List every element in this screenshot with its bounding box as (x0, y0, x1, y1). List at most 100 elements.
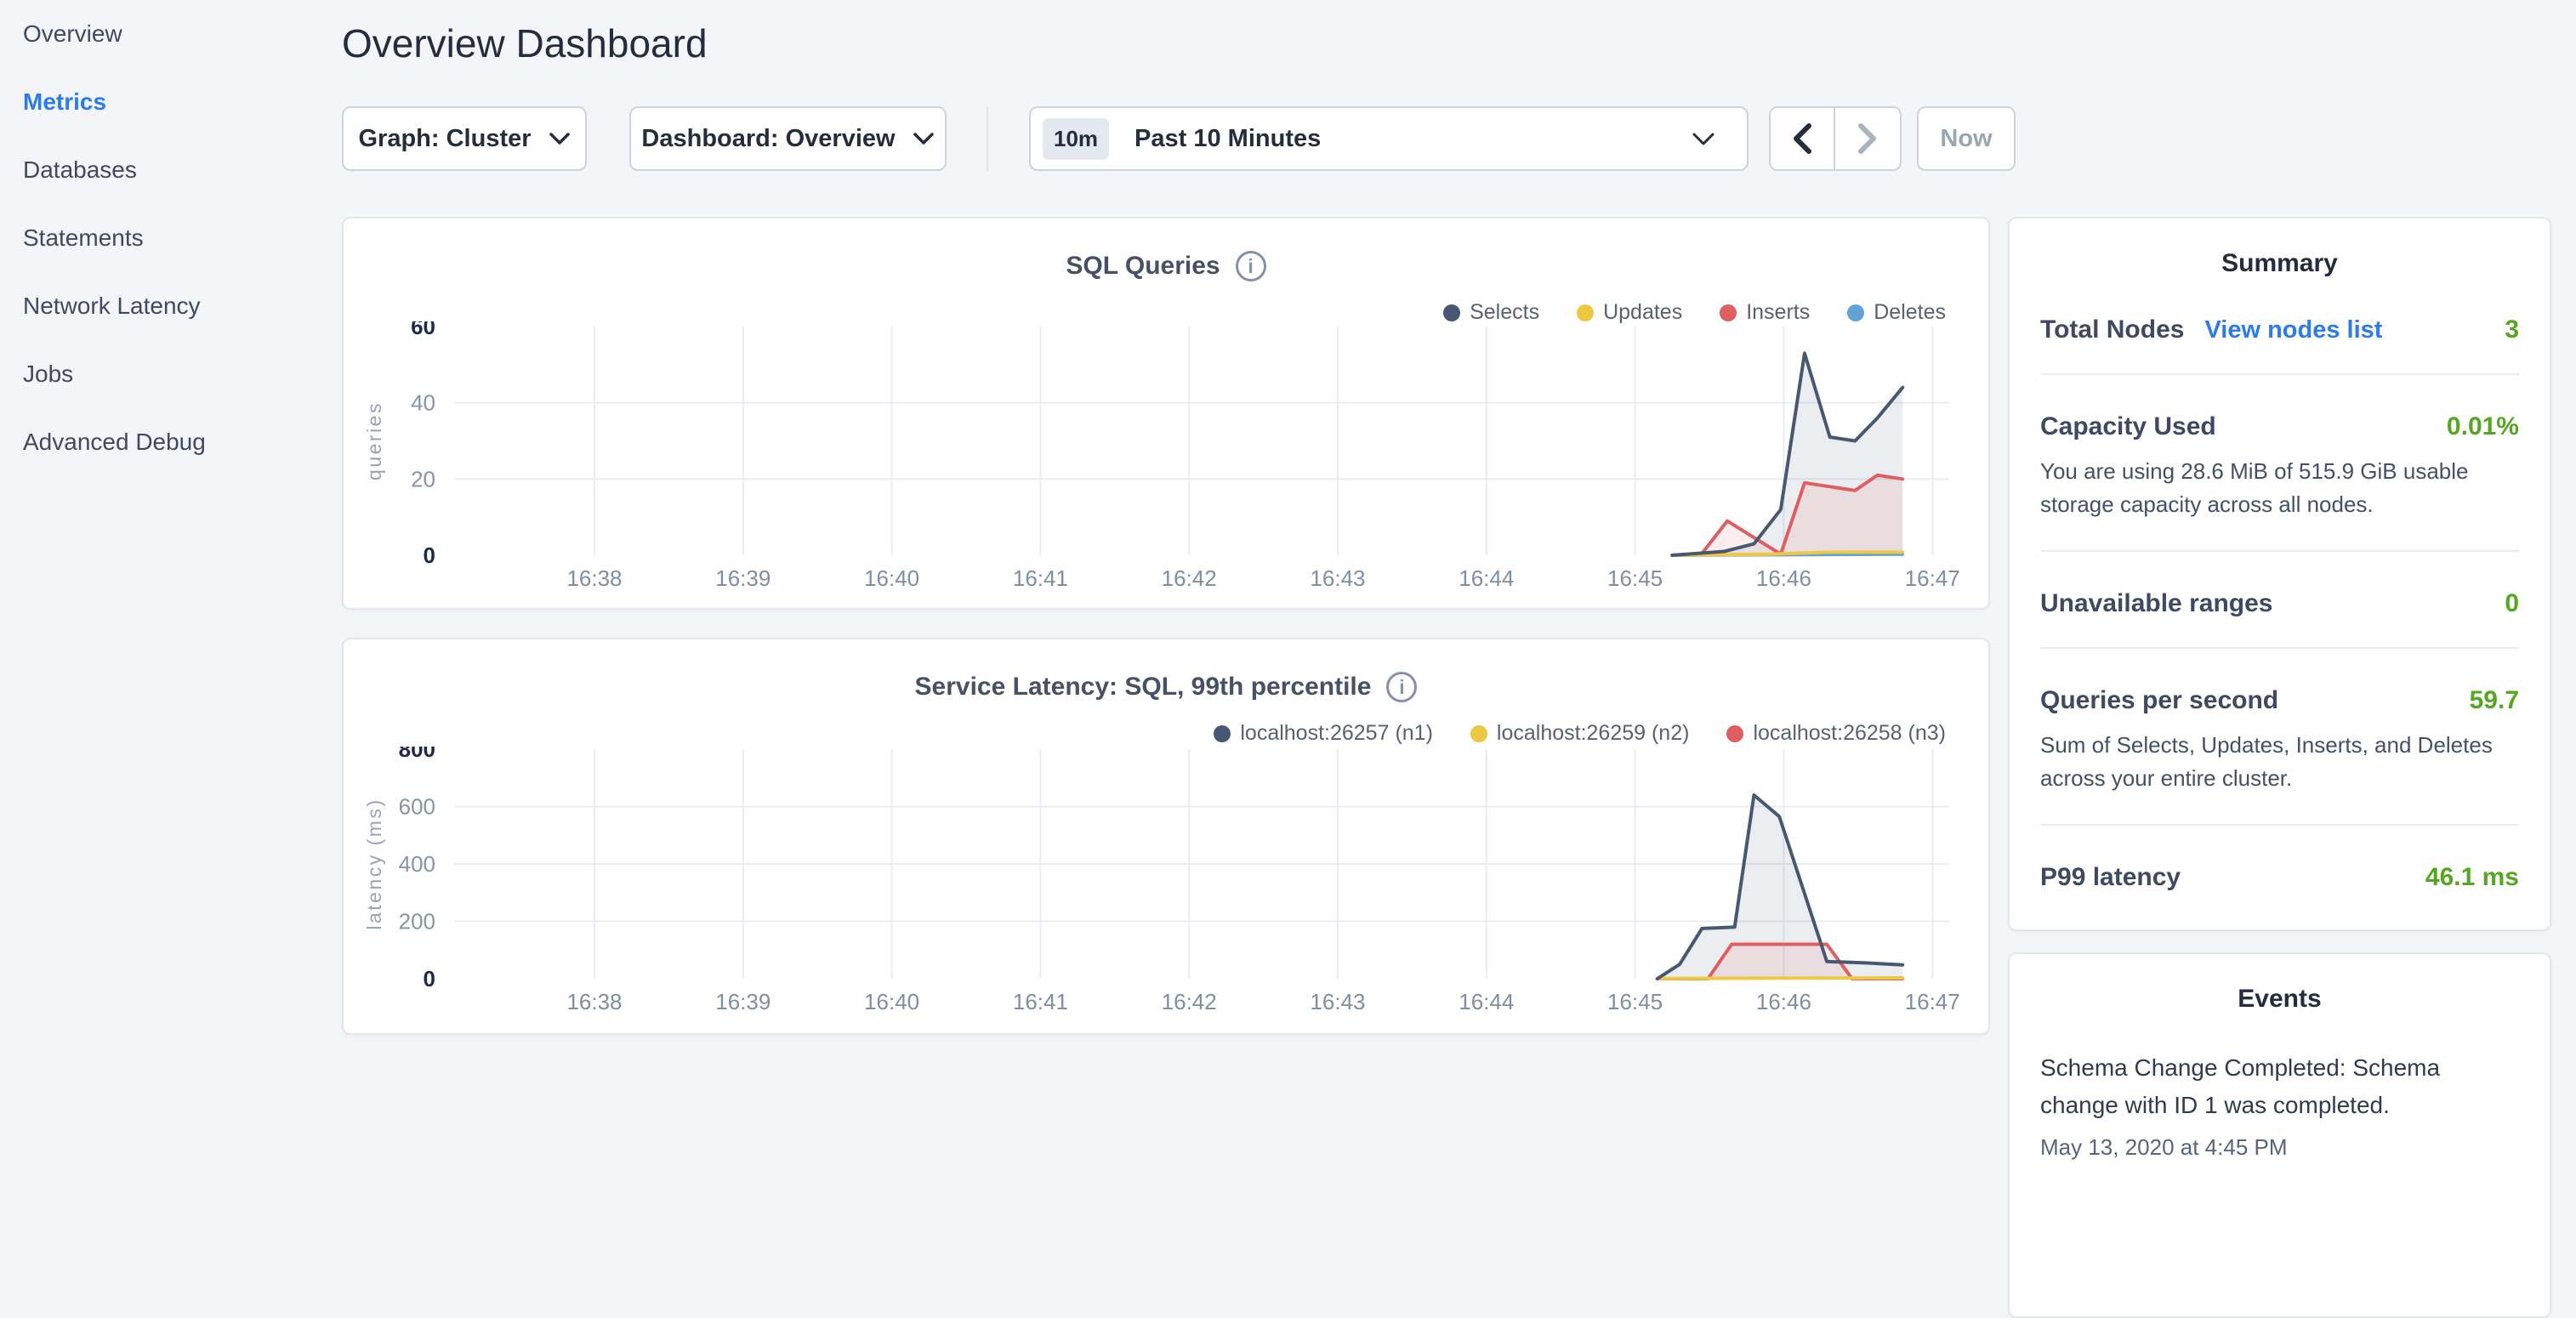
event-text: Schema Change Completed: Schema change w… (2040, 1049, 2519, 1124)
legend-dot-icon (1214, 725, 1231, 742)
view-nodes-link[interactable]: View nodes list (2204, 316, 2382, 344)
summary-row-value: 59.7 (2470, 686, 2519, 715)
summary-row-label: P99 latency (2040, 863, 2181, 892)
time-range-label: Past 10 Minutes (1134, 125, 1321, 153)
svg-text:16:47: 16:47 (1905, 989, 1960, 1014)
summary-title: Summary (2040, 249, 2519, 278)
graph-dropdown[interactable]: Graph: Cluster (342, 106, 587, 171)
summary-row-description: You are using 28.6 MiB of 515.9 GiB usab… (2040, 455, 2519, 521)
event-item[interactable]: Schema Change Completed: Schema change w… (2040, 1049, 2519, 1161)
legend-dot-icon (1720, 304, 1737, 321)
svg-text:queries: queries (363, 401, 385, 480)
summary-row-value: 3 (2505, 315, 2519, 344)
time-range-selector[interactable]: 10m Past 10 Minutes (1029, 106, 1749, 171)
sidebar: OverviewMetricsDatabasesStatementsNetwor… (0, 0, 342, 1051)
legend-item: localhost:26259 (n2) (1470, 721, 1690, 746)
svg-text:60: 60 (411, 321, 435, 339)
chart-title-row: SQL Queries i (344, 249, 1988, 283)
graph-dropdown-label: Graph: Cluster (358, 125, 531, 153)
chart-legend: localhost:26257 (n1) localhost:26259 (n2)… (1214, 721, 1946, 746)
legend-item: localhost:26257 (n1) (1214, 721, 1433, 746)
svg-text:600: 600 (399, 794, 435, 820)
legend-dot-icon (1726, 725, 1743, 742)
sidebar-item-metrics[interactable]: Metrics (0, 68, 342, 136)
svg-text:200: 200 (399, 909, 435, 935)
chevron-right-icon (1856, 122, 1879, 156)
legend-dot-icon (1577, 304, 1594, 321)
svg-text:16:47: 16:47 (1905, 565, 1960, 591)
summary-row: Capacity Used 0.01% You are using 28.6 MiB… (2040, 375, 2519, 552)
service-latency-chart-panel: Service Latency: SQL, 99th percentile i … (342, 638, 1990, 1035)
time-step-buttons (1769, 106, 1902, 171)
chart-title-row: Service Latency: SQL, 99th percentile i (344, 670, 1988, 704)
sidebar-item-jobs[interactable]: Jobs (0, 340, 342, 408)
summary-row-label: Total Nodes (2040, 315, 2184, 344)
info-icon[interactable]: i (1386, 672, 1417, 702)
chart-title: Service Latency: SQL, 99th percentile (915, 670, 1372, 704)
now-button[interactable]: Now (1917, 106, 2016, 171)
main-content: Overview Dashboard Graph: Cluster Dashbo… (342, 0, 2576, 1318)
sidebar-item-overview[interactable]: Overview (0, 0, 342, 68)
time-preset-badge: 10m (1043, 118, 1109, 160)
summary-rows: Total Nodes View nodes list 3 Capacity Used… (2040, 278, 2519, 921)
svg-text:16:40: 16:40 (864, 989, 919, 1014)
svg-text:16:42: 16:42 (1162, 565, 1217, 591)
svg-text:0: 0 (424, 543, 435, 568)
svg-text:latency (ms): latency (ms) (363, 798, 385, 929)
sidebar-item-statements[interactable]: Statements (0, 204, 342, 272)
svg-text:16:43: 16:43 (1310, 989, 1365, 1014)
summary-row-value: 0.01% (2447, 412, 2519, 441)
svg-text:400: 400 (399, 851, 435, 877)
time-back-button[interactable] (1771, 108, 1835, 169)
legend-item: localhost:26258 (n3) (1726, 721, 1946, 746)
legend-label: localhost:26259 (n2) (1497, 721, 1690, 746)
svg-text:16:39: 16:39 (715, 989, 771, 1014)
sidebar-item-databases[interactable]: Databases (0, 136, 342, 204)
svg-text:16:44: 16:44 (1459, 565, 1514, 591)
summary-row: Unavailable ranges0 (2040, 552, 2519, 649)
svg-text:800: 800 (399, 747, 435, 762)
svg-text:16:41: 16:41 (1013, 565, 1068, 591)
summary-row-value: 0 (2505, 589, 2519, 618)
svg-text:16:45: 16:45 (1607, 565, 1663, 591)
dashboard-dropdown[interactable]: Dashboard: Overview (629, 106, 947, 171)
sidebar-item-advanced-debug[interactable]: Advanced Debug (0, 408, 342, 476)
time-forward-button[interactable] (1835, 108, 1900, 169)
toolbar-divider (987, 106, 988, 171)
summary-row-label: Capacity Used (2040, 412, 2216, 441)
svg-text:16:42: 16:42 (1162, 989, 1217, 1014)
toolbar: Graph: Cluster Dashboard: Overview 10m P… (342, 106, 2576, 171)
chevron-down-icon (1691, 131, 1716, 147)
event-timestamp: May 13, 2020 at 4:45 PM (2040, 1134, 2519, 1161)
sidebar-item-network-latency[interactable]: Network Latency (0, 272, 342, 340)
svg-text:16:41: 16:41 (1013, 989, 1068, 1014)
right-column: Summary Total Nodes View nodes list 3 Capac… (2008, 217, 2551, 1318)
dashboard-content: SQL Queries i SelectsUpdatesInsertsDelet… (342, 217, 2576, 1318)
svg-text:16:46: 16:46 (1756, 989, 1811, 1014)
legend-dot-icon (1847, 304, 1864, 321)
summary-row: P99 latency46.1 ms (2040, 826, 2519, 921)
info-icon[interactable]: i (1236, 251, 1266, 281)
svg-text:16:38: 16:38 (566, 565, 622, 591)
sidebar-nav: OverviewMetricsDatabasesStatementsNetwor… (0, 0, 342, 476)
svg-text:16:40: 16:40 (864, 565, 919, 591)
dashboard-dropdown-label: Dashboard: Overview (641, 125, 895, 153)
svg-text:40: 40 (411, 390, 435, 416)
svg-text:16:45: 16:45 (1607, 989, 1663, 1014)
svg-text:16:46: 16:46 (1756, 565, 1811, 591)
chevron-down-icon (913, 132, 935, 146)
svg-text:16:43: 16:43 (1310, 565, 1365, 591)
sql-queries-chart[interactable]: 16:3816:3916:4016:4116:4216:4316:4416:45… (344, 321, 1992, 608)
chevron-left-icon (1790, 122, 1814, 156)
summary-row-description: Sum of Selects, Updates, Inserts, and De… (2040, 729, 2519, 795)
summary-row-label: Queries per second (2040, 686, 2278, 715)
legend-dot-icon (1443, 304, 1460, 321)
summary-row: Queries per second 59.7 Sum of Selects, Up… (2040, 649, 2519, 826)
events-title: Events (2040, 985, 2519, 1014)
events-list: Schema Change Completed: Schema change w… (2040, 1049, 2519, 1161)
chevron-down-icon (549, 132, 571, 146)
page-title: Overview Dashboard (342, 20, 2576, 66)
summary-panel: Summary Total Nodes View nodes list 3 Capac… (2008, 217, 2551, 931)
service-latency-chart[interactable]: 16:3816:3916:4016:4116:4216:4316:4416:45… (344, 747, 1992, 1033)
charts-column: SQL Queries i SelectsUpdatesInsertsDelet… (342, 217, 1990, 1318)
